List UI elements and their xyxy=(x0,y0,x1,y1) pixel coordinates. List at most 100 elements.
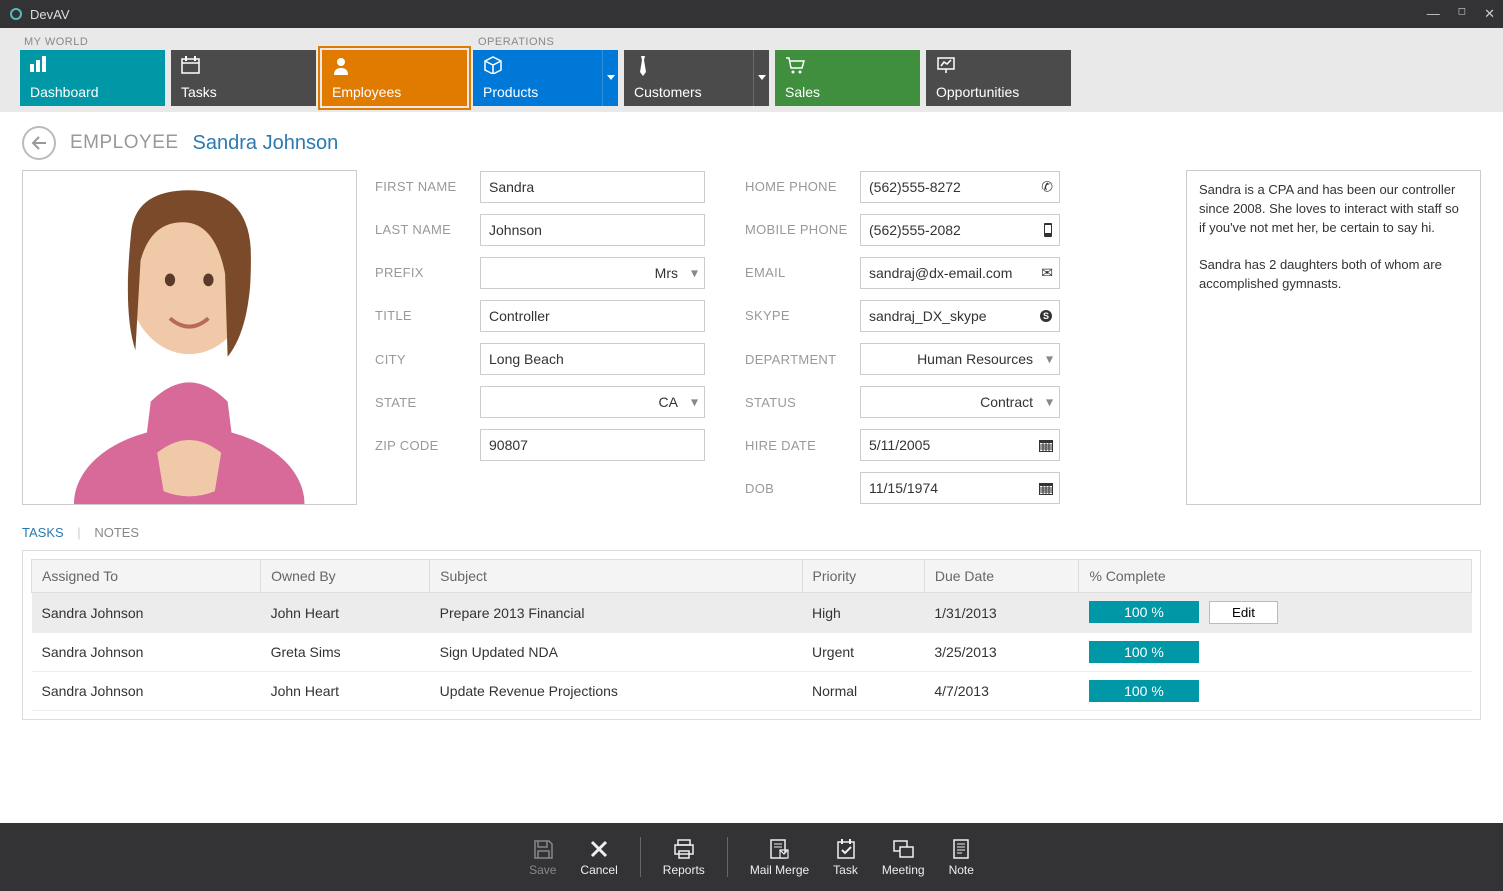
mail-merge-button[interactable]: Mail Merge xyxy=(738,838,821,877)
tile-products[interactable]: Products xyxy=(473,50,618,106)
grid-header-row: Assigned To Owned By Subject Priority Du… xyxy=(32,560,1472,593)
select-status[interactable]: Contract▾ xyxy=(860,386,1060,418)
input-title[interactable]: Controller xyxy=(480,300,705,332)
col-due-date[interactable]: Due Date xyxy=(924,560,1079,593)
person-avatar-icon xyxy=(56,171,322,504)
presentation-icon xyxy=(936,56,956,74)
cell-priority: Urgent xyxy=(802,633,924,672)
task-button[interactable]: Task xyxy=(821,838,870,877)
select-department[interactable]: Human Resources▾ xyxy=(860,343,1060,375)
section-title: EMPLOYEE xyxy=(70,132,179,154)
cell-assigned-to: Sandra Johnson xyxy=(32,633,261,672)
cell-assigned-to: Sandra Johnson xyxy=(32,672,261,711)
app-title: DevAV xyxy=(30,7,1427,22)
tile-tasks[interactable]: Tasks xyxy=(171,50,316,106)
pct-badge: 100 % xyxy=(1089,641,1199,663)
input-skype[interactable]: sandraj_DX_skype S xyxy=(860,300,1060,332)
tile-employees[interactable]: Employees xyxy=(322,50,467,106)
box-icon xyxy=(483,56,503,74)
cell-due-date: 1/31/2013 xyxy=(924,593,1079,633)
input-home-phone[interactable]: (562)555-8272✆ xyxy=(860,171,1060,203)
cancel-button[interactable]: Cancel xyxy=(568,838,629,877)
value-title: Controller xyxy=(489,308,550,324)
save-button[interactable]: Save xyxy=(517,838,568,877)
bottom-toolbar: Save Cancel Reports Mail Merge Task Meet… xyxy=(0,823,1503,891)
cell-pct: 100 % xyxy=(1079,633,1472,672)
tasks-grid: Assigned To Owned By Subject Priority Du… xyxy=(22,550,1481,720)
tie-icon xyxy=(634,56,652,76)
notes-panel: Sandra is a CPA and has been our control… xyxy=(1186,170,1481,505)
value-last-name: Johnson xyxy=(489,222,542,238)
value-prefix: Mrs xyxy=(655,265,678,281)
note-button[interactable]: Note xyxy=(937,838,986,877)
employee-name: Sandra Johnson xyxy=(193,132,339,155)
notes-paragraph-2: Sandra has 2 daughters both of whom are … xyxy=(1199,256,1468,294)
titlebar: DevAV — ◻ ✕ xyxy=(0,0,1503,28)
col-owned-by[interactable]: Owned By xyxy=(261,560,430,593)
meeting-icon xyxy=(892,838,914,860)
printer-icon xyxy=(673,838,695,860)
calendar-icon xyxy=(181,56,201,74)
col-pct-complete[interactable]: % Complete xyxy=(1079,560,1472,593)
pct-badge: 100 % xyxy=(1089,601,1199,623)
back-button[interactable] xyxy=(22,126,56,160)
input-first-name[interactable]: Sandra xyxy=(480,171,705,203)
tile-products-label: Products xyxy=(483,84,608,100)
col-priority[interactable]: Priority xyxy=(802,560,924,593)
table-row[interactable]: Sandra Johnson John Heart Update Revenue… xyxy=(32,672,1472,711)
chevron-down-icon: ▾ xyxy=(691,264,698,281)
tab-notes[interactable]: NOTES xyxy=(94,525,139,540)
tile-opportunities[interactable]: Opportunities xyxy=(926,50,1071,106)
ribbon-group-myworld: MY WORLD xyxy=(0,32,468,48)
input-hire-date[interactable]: 5/11/2005 xyxy=(860,429,1060,461)
customers-dropdown-icon[interactable] xyxy=(753,50,769,106)
separator xyxy=(727,837,728,877)
cell-owned-by: John Heart xyxy=(261,593,430,633)
tile-opportunities-label: Opportunities xyxy=(936,84,1061,100)
separator xyxy=(640,837,641,877)
tile-sales[interactable]: Sales xyxy=(775,50,920,106)
value-skype: sandraj_DX_skype xyxy=(869,308,987,324)
chevron-down-icon: ▾ xyxy=(1046,394,1053,411)
tile-dashboard[interactable]: Dashboard xyxy=(20,50,165,106)
input-dob[interactable]: 11/15/1974 xyxy=(860,472,1060,504)
select-state[interactable]: CA▾ xyxy=(480,386,705,418)
cell-due-date: 4/7/2013 xyxy=(924,672,1079,711)
window-maximize-icon[interactable]: ◻ xyxy=(1458,6,1466,22)
input-last-name[interactable]: Johnson xyxy=(480,214,705,246)
label-dob: DOB xyxy=(745,481,860,496)
label-email: EMAIL xyxy=(745,265,860,280)
label-skype: SKYPE xyxy=(745,308,860,323)
table-row[interactable]: Sandra Johnson Greta Sims Sign Updated N… xyxy=(32,633,1472,672)
window-close-icon[interactable]: ✕ xyxy=(1484,6,1495,22)
dashboard-icon xyxy=(30,56,50,74)
label-last-name: LAST NAME xyxy=(375,222,480,237)
tab-tasks[interactable]: TASKS xyxy=(22,525,64,540)
input-zip[interactable]: 90807 xyxy=(480,429,705,461)
skype-icon: S xyxy=(1039,309,1053,323)
products-dropdown-icon[interactable] xyxy=(602,50,618,106)
cell-priority: Normal xyxy=(802,672,924,711)
select-prefix[interactable]: Mrs ▾ xyxy=(480,257,705,289)
edit-button[interactable]: Edit xyxy=(1209,601,1278,624)
tab-divider: | xyxy=(77,525,80,540)
tile-customers-label: Customers xyxy=(634,84,759,100)
meeting-button[interactable]: Meeting xyxy=(870,838,937,877)
col-assigned-to[interactable]: Assigned To xyxy=(32,560,261,593)
app-logo-icon xyxy=(8,6,24,22)
reports-button[interactable]: Reports xyxy=(651,838,717,877)
label-department: DEPARTMENT xyxy=(745,352,860,367)
table-row[interactable]: Sandra Johnson John Heart Prepare 2013 F… xyxy=(32,593,1472,633)
cell-due-date: 3/25/2013 xyxy=(924,633,1079,672)
col-subject[interactable]: Subject xyxy=(430,560,802,593)
label-home-phone: HOME PHONE xyxy=(745,179,860,194)
window-minimize-icon[interactable]: — xyxy=(1427,6,1440,22)
label-state: STATE xyxy=(375,395,480,410)
input-city[interactable]: Long Beach xyxy=(480,343,705,375)
chevron-down-icon: ▾ xyxy=(1046,351,1053,368)
tile-customers[interactable]: Customers xyxy=(624,50,769,106)
label-prefix: PREFIX xyxy=(375,265,480,280)
input-mobile-phone[interactable]: (562)555-2082 xyxy=(860,214,1060,246)
note-icon xyxy=(950,838,972,860)
input-email[interactable]: sandraj@dx-email.com✉ xyxy=(860,257,1060,289)
